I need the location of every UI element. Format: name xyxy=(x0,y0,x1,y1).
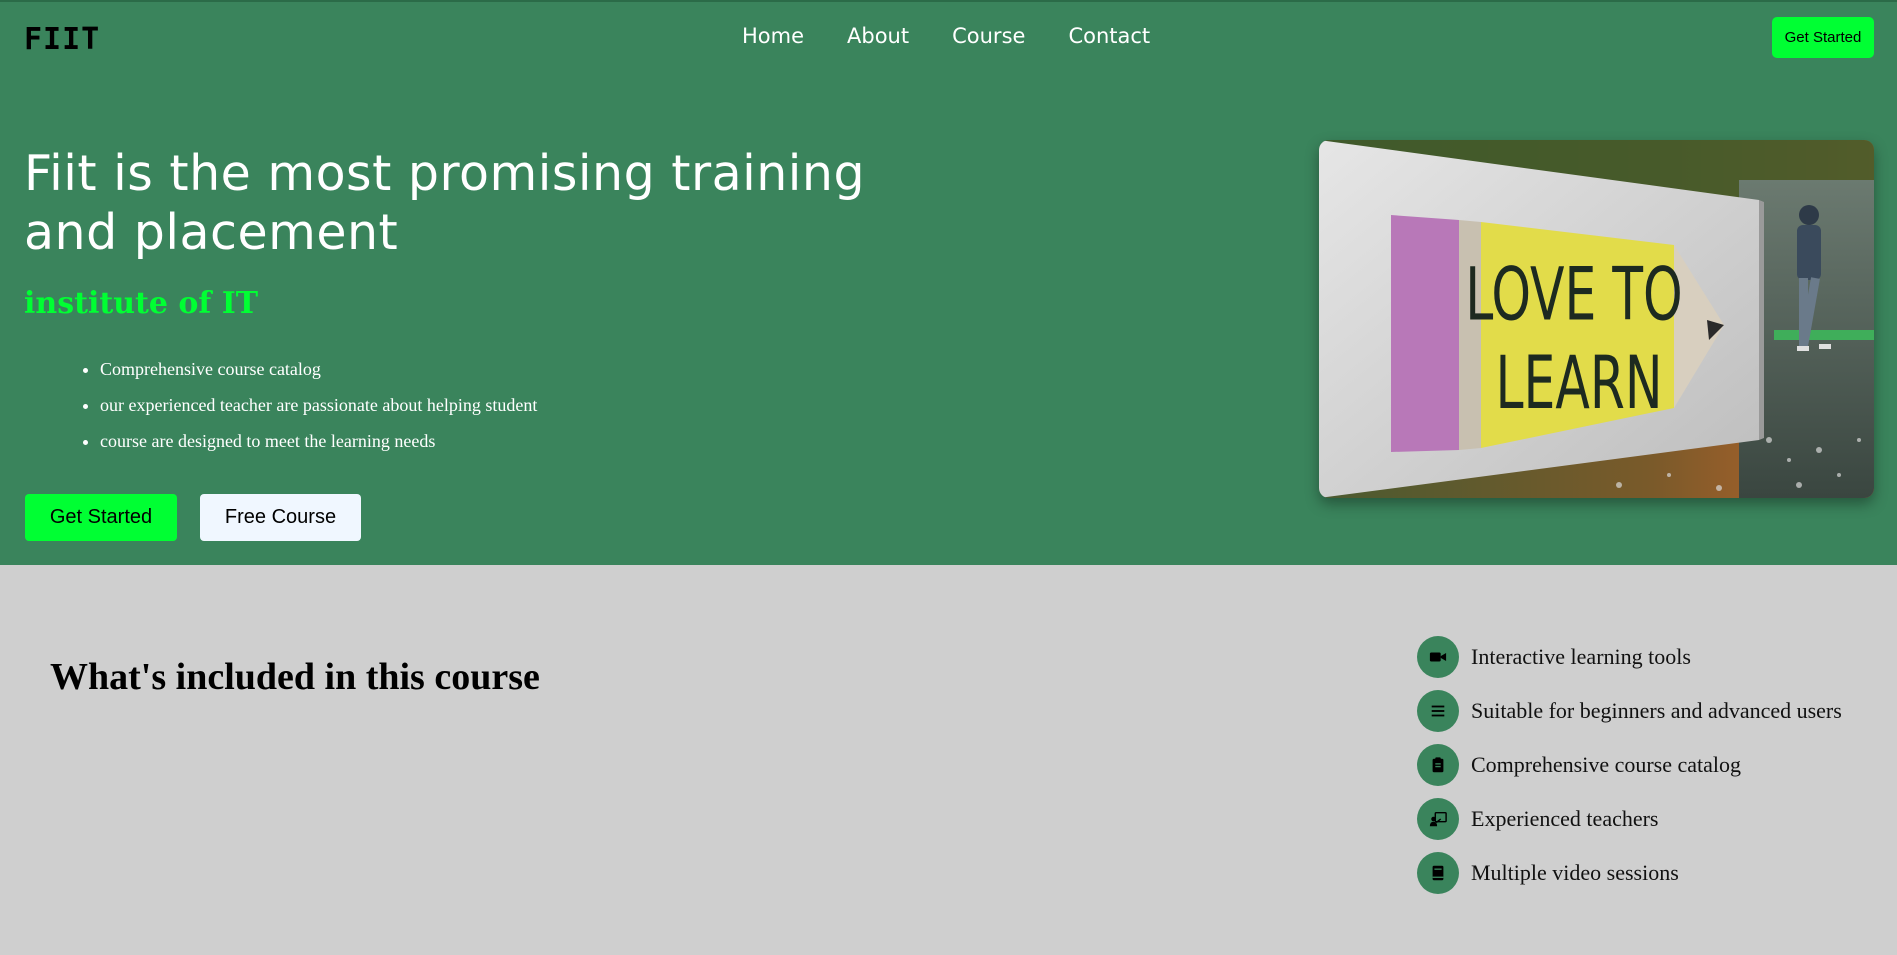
nav-about[interactable]: About xyxy=(847,24,909,48)
feature-item: Suitable for beginners and advanced user… xyxy=(1417,690,1842,732)
feature-label: Experienced teachers xyxy=(1471,806,1659,831)
list-item: Comprehensive course catalog xyxy=(100,351,537,387)
get-started-button[interactable]: Get Started xyxy=(25,494,177,541)
hero-subtitle: institute of IT xyxy=(24,286,259,321)
feature-label: Multiple video sessions xyxy=(1471,860,1679,885)
feature-item: Interactive learning tools xyxy=(1417,636,1842,678)
brand-logo[interactable]: FIIT xyxy=(24,22,100,57)
feature-label: Comprehensive course catalog xyxy=(1471,752,1742,777)
feature-label: Interactive learning tools xyxy=(1471,644,1691,669)
hero-bullet-list: Comprehensive course catalog our experie… xyxy=(78,351,537,459)
hero-section: FIIT Home About Course Contact Get Start… xyxy=(0,0,1897,565)
feature-item: Comprehensive course catalog xyxy=(1417,744,1842,786)
feature-item: Multiple video sessions xyxy=(1417,852,1842,894)
nav-home[interactable]: Home xyxy=(742,24,804,48)
feature-label: Suitable for beginners and advanced user… xyxy=(1471,698,1842,723)
nav-course[interactable]: Course xyxy=(952,24,1025,48)
clipboard-icon xyxy=(1417,744,1459,786)
teacher-icon xyxy=(1417,798,1459,840)
feature-item: Experienced teachers xyxy=(1417,798,1842,840)
book-icon xyxy=(1417,852,1459,894)
nav-contact[interactable]: Contact xyxy=(1068,24,1150,48)
hero-title: Fiit is the most promising training and … xyxy=(24,145,866,261)
main-nav: Home About Course Contact xyxy=(742,24,1150,48)
header-get-started-button[interactable]: Get Started xyxy=(1772,17,1874,58)
love-to-learn-photo: LOVE TO LEARN xyxy=(1319,140,1874,498)
list-item: course are designed to meet the learning… xyxy=(100,423,537,459)
features-list: Interactive learning tools Suitable for … xyxy=(1417,636,1842,906)
free-course-button[interactable]: Free Course xyxy=(200,494,361,541)
video-icon xyxy=(1417,636,1459,678)
section-title: What's included in this course xyxy=(50,656,540,698)
image-text-line2: LEARN xyxy=(1496,342,1663,426)
list-item: our experienced teacher are passionate a… xyxy=(100,387,537,423)
image-text-line1: LOVE TO xyxy=(1465,253,1682,337)
hero-image: LOVE TO LEARN xyxy=(1319,140,1874,498)
list-icon xyxy=(1417,690,1459,732)
